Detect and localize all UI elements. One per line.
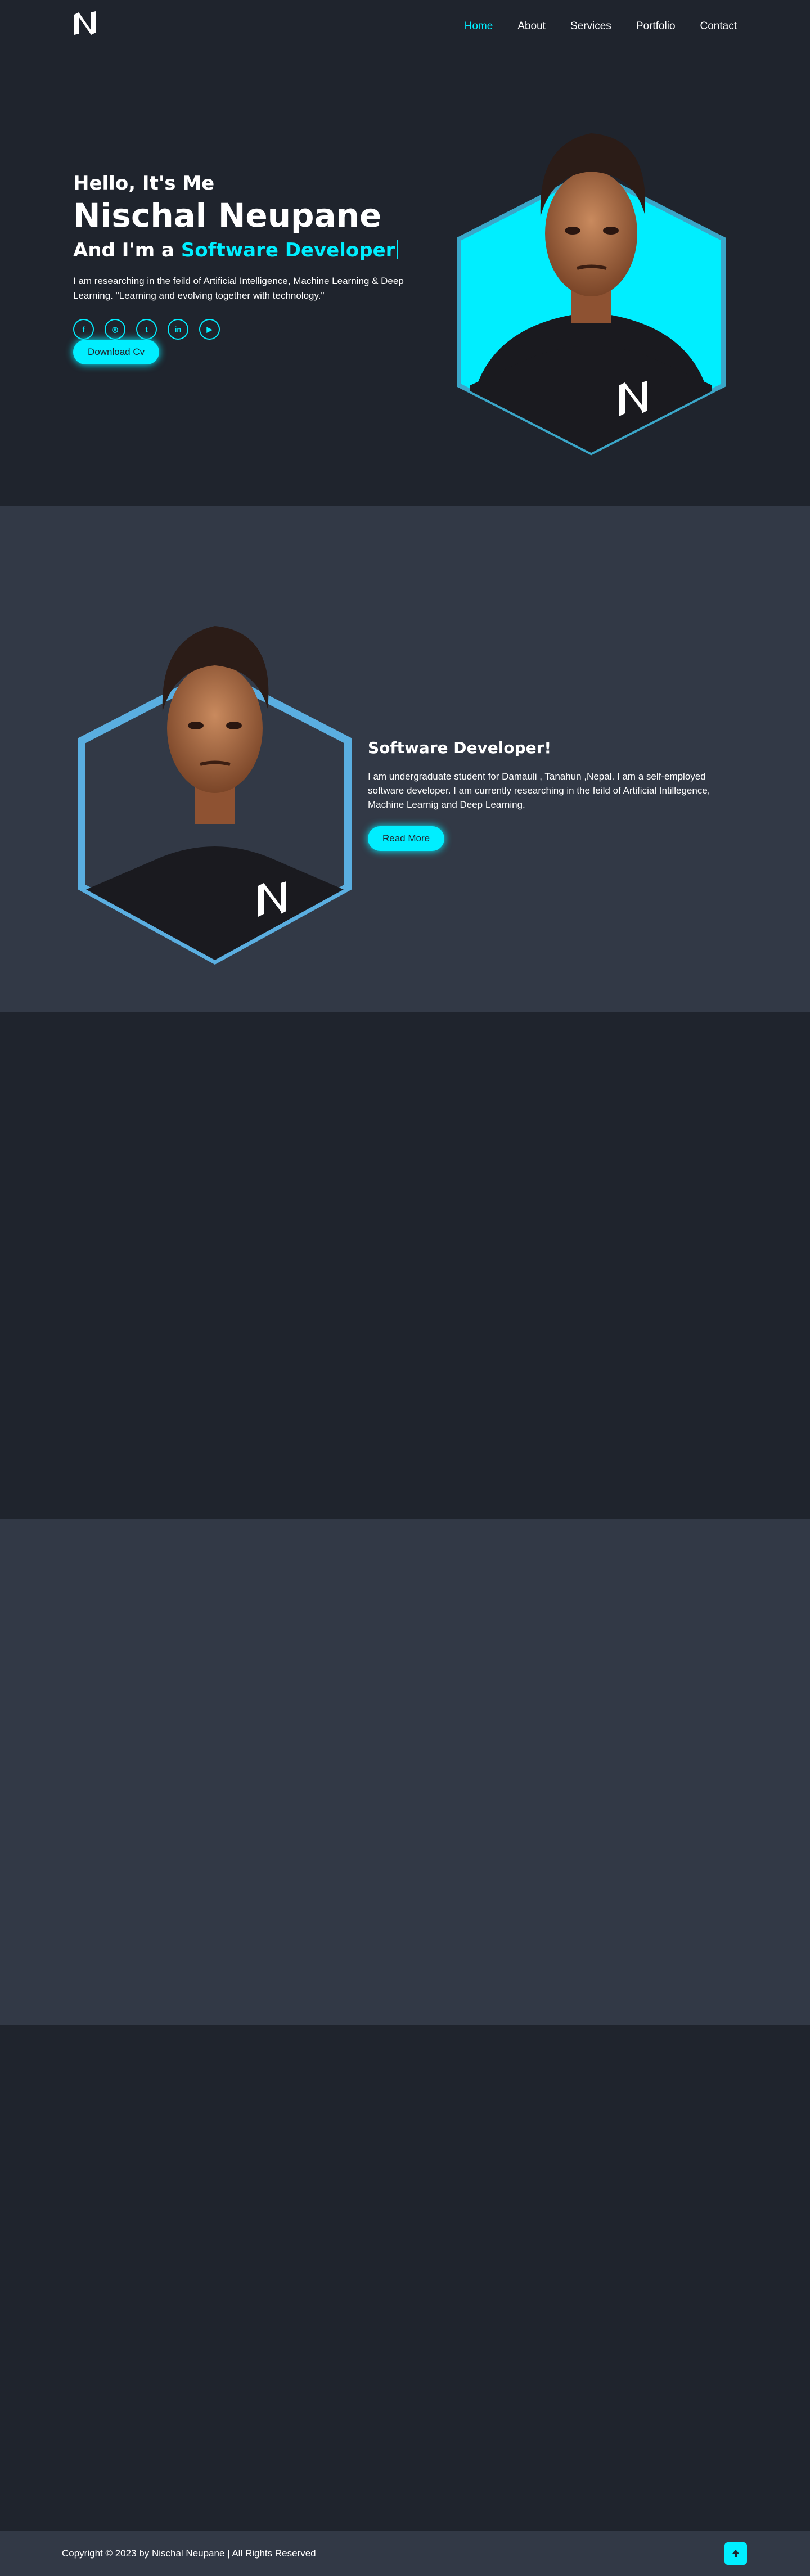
footer-copyright: Copyright © 2023 by Nischal Neupane | Al… [62, 2548, 316, 2559]
hero-role-line: And I'm a Software Developer [73, 237, 433, 264]
portfolio-section [0, 1519, 810, 2025]
linkedin-icon[interactable]: in [168, 319, 188, 340]
scroll-top-button[interactable] [724, 2542, 747, 2565]
instagram-icon[interactable]: ◎ [105, 319, 125, 340]
hero-content: Hello, It's Me Nischal Neupane And I'm a… [73, 172, 433, 364]
hero-role-prefix: And I'm a [73, 239, 174, 262]
logo-icon[interactable] [73, 11, 97, 36]
arrow-up-icon [732, 2550, 739, 2557]
nav-services[interactable]: Services [570, 20, 611, 33]
nav-contact[interactable]: Contact [700, 20, 737, 33]
typing-caret [397, 240, 399, 259]
read-more-button[interactable]: Read More [368, 826, 445, 851]
site-header: Home About Services Portfolio Contact [0, 0, 810, 54]
about-portrait [78, 626, 352, 965]
hero-description: I am researching in the feild of Artific… [73, 276, 404, 301]
twitter-icon[interactable]: t [136, 319, 157, 340]
nav-home[interactable]: Home [465, 20, 493, 33]
contact-section [0, 2025, 810, 2531]
facebook-icon[interactable]: f [73, 319, 94, 340]
youtube-icon[interactable]: ▶ [199, 319, 220, 340]
hero-greeting: Hello, It's Me [73, 172, 215, 195]
hero-portrait [457, 133, 726, 456]
hero-name: Nischal Neupane [73, 196, 382, 235]
about-heading: Software Developer! [368, 738, 552, 757]
services-section [0, 1012, 810, 1519]
nav-portfolio[interactable]: Portfolio [636, 20, 676, 33]
download-cv-button[interactable]: Download Cv [73, 340, 160, 364]
hero-role: Software Developer [181, 239, 395, 262]
nav-about[interactable]: About [518, 20, 546, 33]
site-footer: Copyright © 2023 by Nischal Neupane | Al… [0, 2531, 810, 2576]
about-description: I am undergraduate student for Damauli ,… [368, 771, 710, 810]
main-nav: Home About Services Portfolio Contact [465, 20, 737, 33]
social-links: f ◎ t in ▶ [73, 319, 433, 340]
about-content: Software Developer! I am undergraduate s… [368, 737, 739, 851]
